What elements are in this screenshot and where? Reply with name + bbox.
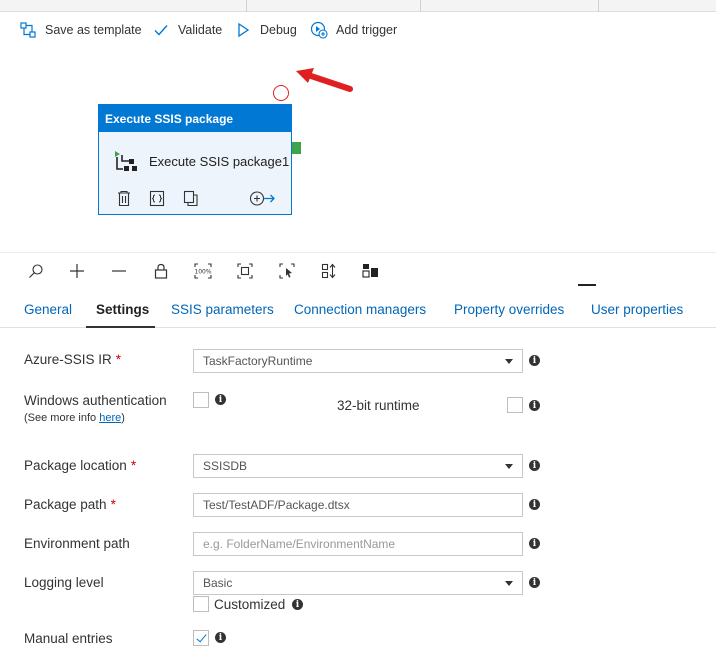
environment-path-label: Environment path [24, 536, 130, 551]
debug-label: Debug [260, 23, 297, 37]
checkmark-icon [152, 21, 170, 39]
package-path-label: Package path * [24, 497, 116, 512]
info-icon[interactable]: i [529, 577, 540, 588]
properties-tabs: General Settings SSIS parameters Connect… [0, 290, 716, 328]
required-marker: * [130, 458, 137, 473]
template-icon [19, 21, 37, 39]
info-icon[interactable]: i [529, 400, 540, 411]
trigger-icon [310, 21, 328, 39]
validate-label: Validate [178, 23, 223, 37]
package-location-value: SSISDB [203, 459, 248, 473]
customized-checkbox[interactable] [193, 596, 209, 612]
windows-auth-checkbox[interactable] [193, 392, 209, 408]
azure-ssis-ir-text: Azure-SSIS IR [24, 352, 112, 367]
pipeline-canvas[interactable]: Execute SSIS package Execute SSIS packag… [0, 47, 716, 252]
auto-align-icon[interactable] [319, 261, 339, 281]
zoom-in-icon[interactable] [67, 261, 87, 281]
tab-property-overrides[interactable]: Property overrides [454, 302, 564, 317]
add-output-icon[interactable] [249, 190, 277, 212]
search-icon[interactable] [26, 261, 46, 281]
logging-level-value: Basic [203, 576, 233, 590]
see-more-info-link[interactable]: here [99, 412, 121, 424]
windows-auth-sublabel: (See more info here) [24, 412, 125, 424]
validate-button[interactable]: Validate [152, 13, 222, 47]
canvas-toolbar: 100% [0, 252, 716, 286]
tab-general[interactable]: General [24, 302, 72, 317]
required-marker: * [110, 497, 116, 512]
delete-icon[interactable] [116, 190, 132, 212]
activity-body: Execute SSIS package1 [99, 132, 291, 214]
azure-ssis-ir-label: Azure-SSIS IR * [24, 352, 121, 367]
pipeline-tab-strip [0, 0, 716, 12]
customized-label: Customized [214, 597, 286, 612]
add-trigger-button[interactable]: Add trigger [310, 13, 397, 47]
windows-auth-label: Windows authentication [24, 393, 167, 408]
logging-level-label: Logging level [24, 575, 104, 590]
manual-entries-checkbox[interactable] [193, 630, 209, 646]
lock-icon[interactable] [151, 261, 171, 281]
fit-to-screen-icon[interactable] [235, 261, 255, 281]
runtime-32bit-label: 32-bit runtime [337, 398, 420, 413]
copy-icon[interactable] [183, 190, 199, 212]
annotation-circle [273, 85, 289, 101]
save-as-template-button[interactable]: Save as template [19, 13, 142, 47]
tab-user-properties[interactable]: User properties [591, 302, 683, 317]
success-output-port[interactable] [292, 142, 301, 154]
package-location-text: Package location [24, 458, 127, 473]
zoom-100-icon[interactable]: 100% [193, 261, 213, 281]
tab-ssis-parameters[interactable]: SSIS parameters [171, 302, 274, 317]
activity-actions [99, 190, 291, 210]
layout-icon[interactable] [361, 261, 381, 281]
annotation-arrow-icon [296, 68, 353, 92]
manual-entries-label: Manual entries [24, 631, 113, 646]
chevron-down-icon [505, 581, 513, 586]
activity-card[interactable]: Execute SSIS package Execute SSIS packag… [98, 104, 292, 215]
package-path-text: Package path [24, 497, 107, 512]
package-location-dropdown[interactable]: SSISDB [193, 454, 523, 478]
windows-auth-sublabel-close: ) [121, 412, 125, 424]
play-icon [234, 21, 252, 39]
windows-auth-sublabel-text: (See more info [24, 412, 100, 424]
pipeline-toolbar: Save as template Validate Debug Add trig… [0, 13, 716, 47]
adf-pipeline-editor: Save as template Validate Debug Add trig… [0, 0, 716, 667]
debug-button[interactable]: Debug [234, 13, 297, 47]
info-icon[interactable]: i [529, 538, 540, 549]
tab-divider [598, 0, 599, 12]
logging-level-dropdown[interactable]: Basic [193, 571, 523, 595]
chevron-down-icon [505, 464, 513, 469]
activity-name: Execute SSIS package1 [149, 154, 290, 169]
environment-path-placeholder: e.g. FolderName/EnvironmentName [203, 537, 396, 551]
svg-text:100%: 100% [194, 269, 211, 276]
package-path-input[interactable]: Test/TestADF/Package.dtsx [193, 493, 523, 517]
package-path-value: Test/TestADF/Package.dtsx [203, 498, 350, 512]
info-icon[interactable]: i [215, 632, 226, 643]
info-icon[interactable]: i [215, 394, 226, 405]
azure-ssis-ir-dropdown[interactable]: TaskFactoryRuntime [193, 349, 523, 373]
chevron-down-icon [505, 359, 513, 364]
info-icon[interactable]: i [529, 355, 540, 366]
add-trigger-label: Add trigger [336, 23, 398, 37]
ssis-package-icon [113, 149, 139, 178]
activity-header: Execute SSIS package [99, 105, 291, 132]
info-icon[interactable]: i [529, 460, 540, 471]
tab-divider [420, 0, 421, 12]
info-icon[interactable]: i [292, 599, 303, 610]
active-tab-indicator [86, 326, 155, 328]
environment-path-input[interactable]: e.g. FolderName/EnvironmentName [193, 532, 523, 556]
package-location-label: Package location * [24, 458, 136, 473]
tab-connection-managers[interactable]: Connection managers [294, 302, 426, 317]
save-as-template-label: Save as template [45, 23, 142, 37]
required-marker: * [115, 352, 122, 367]
azure-ssis-ir-value: TaskFactoryRuntime [203, 354, 313, 368]
splitter-handle[interactable] [578, 284, 596, 286]
tab-divider [246, 0, 247, 12]
zoom-out-icon[interactable] [109, 261, 129, 281]
info-icon[interactable]: i [529, 499, 540, 510]
code-icon[interactable] [149, 190, 165, 212]
runtime-32bit-checkbox[interactable] [507, 397, 523, 413]
tab-settings[interactable]: Settings [96, 302, 149, 317]
select-tool-icon[interactable] [277, 261, 297, 281]
